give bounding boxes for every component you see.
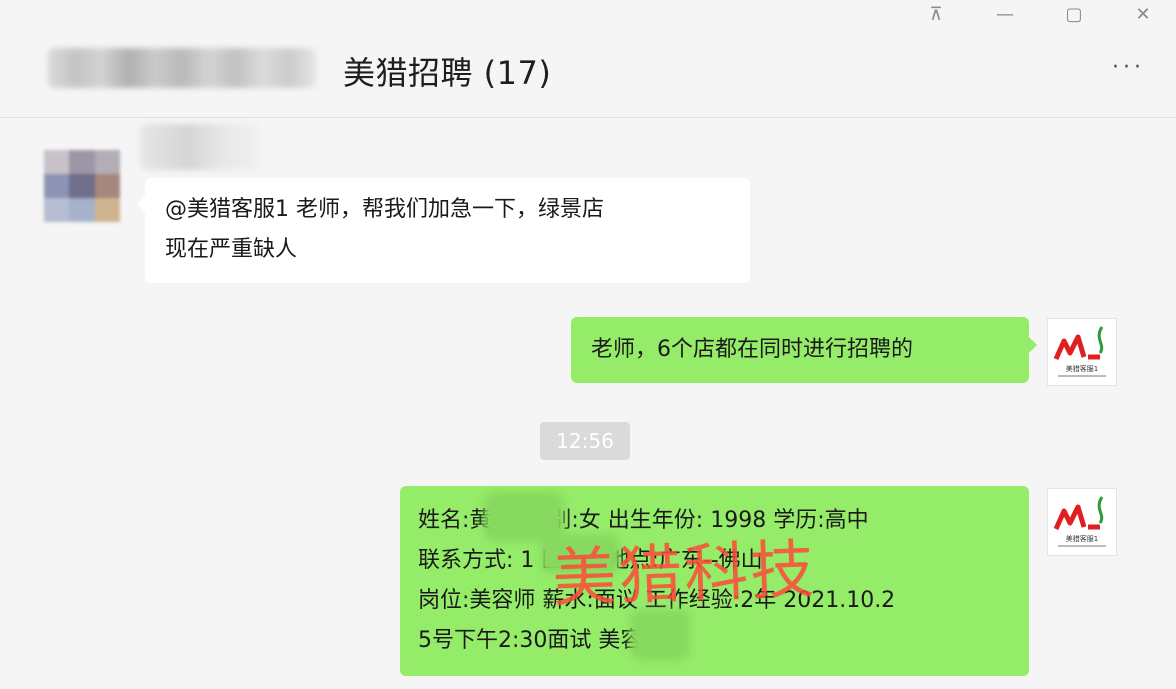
ml-logo-icon: 美猎客服1 bbox=[1053, 496, 1106, 547]
avatar-caption: 美猎客服1 bbox=[1066, 534, 1098, 543]
chat-title: 美猎招聘 (17) bbox=[343, 54, 552, 92]
message-line: 联系方式: 1 区工作地点:广东--佛山 bbox=[418, 548, 763, 573]
avatar-caption: 美猎客服1 bbox=[1066, 364, 1098, 373]
message-bubble-sent[interactable]: 老师，6个店都在同时进行招聘的 bbox=[571, 317, 1037, 383]
sender-avatar[interactable] bbox=[44, 150, 120, 222]
timestamp: 12:56 bbox=[540, 422, 630, 460]
redaction-blur bbox=[540, 534, 620, 574]
self-avatar[interactable]: 美猎客服1 bbox=[1047, 318, 1117, 386]
self-avatar[interactable]: 美猎客服1 bbox=[1047, 488, 1117, 556]
maximize-icon[interactable]: ▢ bbox=[1059, 2, 1089, 28]
message-bubble-received[interactable]: @美猎客服1 老师，帮我们加急一下，绿景店 现在严重缺人 bbox=[137, 178, 750, 283]
message-line: @美猎客服1 老师，帮我们加急一下，绿景店 bbox=[165, 197, 604, 222]
blurred-sender-name bbox=[140, 124, 260, 170]
blurred-contact-name bbox=[48, 48, 316, 88]
message-line: 5号下午2:30面试 美容师 bbox=[418, 628, 665, 653]
message-text: 老师，6个店都在同时进行招聘的 bbox=[591, 337, 913, 362]
close-icon[interactable]: ✕ bbox=[1128, 2, 1158, 28]
chat-header: ⊼ — ▢ ✕ 美猎招聘 (17) ··· bbox=[0, 0, 1176, 118]
more-options-icon[interactable]: ··· bbox=[1112, 57, 1156, 86]
ml-logo-icon: 美猎客服1 bbox=[1053, 326, 1106, 377]
pin-icon[interactable]: ⊼ bbox=[921, 2, 951, 28]
minimize-icon[interactable]: — bbox=[990, 2, 1020, 28]
redaction-blur bbox=[630, 610, 690, 660]
message-line: 现在严重缺人 bbox=[165, 237, 298, 262]
message-line: 岗位:美容师 薪水:面议 工作经验:2年 2021.10.2 bbox=[418, 588, 896, 613]
